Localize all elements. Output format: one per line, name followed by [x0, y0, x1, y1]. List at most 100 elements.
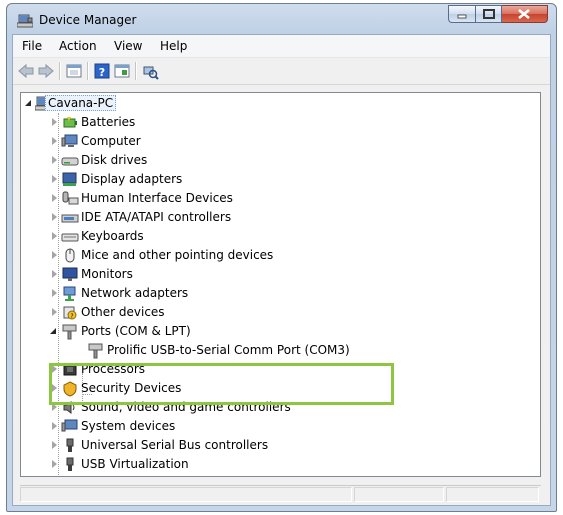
- expand-arrow-icon[interactable]: [52, 137, 57, 145]
- tree-category-label: USB Virtualization: [81, 457, 189, 471]
- svg-text:?: ?: [70, 313, 73, 320]
- maximize-button[interactable]: [475, 5, 502, 23]
- tree-category-label: Network adapters: [81, 286, 189, 300]
- expand-arrow-icon[interactable]: [52, 441, 57, 449]
- tree-category-ide-ata-atapi-controllers[interactable]: IDE ATA/ATAPI controllers: [49, 208, 349, 227]
- expand-arrow-icon[interactable]: [52, 460, 57, 468]
- expand-arrow-icon[interactable]: [52, 289, 57, 297]
- client-area: File Action View Help ? Cavana-PC Batter…: [12, 34, 551, 506]
- system-device-icon: [61, 418, 79, 435]
- tree-category-label: Ports (COM & LPT): [81, 324, 191, 338]
- expand-arrow-icon[interactable]: [52, 175, 57, 183]
- device-tree[interactable]: Cavana-PC Batteries Computer Disk drives Di…: [20, 92, 541, 477]
- collapse-arrow-icon[interactable]: [50, 328, 56, 334]
- back-icon[interactable]: [17, 62, 35, 80]
- tree-category-disk-drives[interactable]: Disk drives: [49, 151, 349, 170]
- port-icon: [61, 323, 79, 340]
- menu-file[interactable]: File: [22, 39, 42, 53]
- minimize-button[interactable]: [448, 5, 475, 23]
- minimize-icon: [457, 14, 467, 19]
- tree-category-mice-and-other-pointing-devices[interactable]: Mice and other pointing devices: [49, 246, 349, 265]
- tree-category-usb-virtualization[interactable]: USB Virtualization: [49, 455, 349, 474]
- collapse-arrow-icon[interactable]: [25, 100, 31, 106]
- expand-arrow-icon[interactable]: [52, 308, 57, 316]
- usb-icon: [61, 456, 79, 473]
- highlight-box: [49, 363, 394, 405]
- disk-drive-icon: [61, 152, 79, 169]
- tree-category-label: Monitors: [81, 267, 133, 281]
- tree-category-human-interface-devices[interactable]: Human Interface Devices: [49, 189, 349, 208]
- help-icon[interactable]: ?: [93, 62, 111, 80]
- toolbar: ?: [13, 58, 550, 85]
- svg-text:?: ?: [99, 66, 105, 79]
- status-segment: [354, 487, 444, 502]
- close-icon: [518, 8, 530, 20]
- tree-category-other-devices[interactable]: ? Other devices: [49, 303, 349, 322]
- menu-view[interactable]: View: [114, 39, 142, 53]
- tree-category-label: Batteries: [81, 115, 136, 129]
- tree-category-network-adapters[interactable]: Network adapters: [49, 284, 349, 303]
- window-frame: Device Manager File Action View Help ? C…: [6, 3, 557, 512]
- tree-category-display-adapters[interactable]: Display adapters: [49, 170, 349, 189]
- driver-icon[interactable]: [113, 62, 131, 80]
- expand-arrow-icon[interactable]: [52, 156, 57, 164]
- tree-category-label: System devices: [81, 419, 176, 433]
- forward-icon[interactable]: [37, 62, 55, 80]
- expand-arrow-icon[interactable]: [52, 213, 57, 221]
- status-segment: [446, 487, 539, 502]
- tree-category-label: Display adapters: [81, 172, 183, 186]
- caption-buttons: [448, 5, 548, 23]
- menu-help[interactable]: Help: [160, 39, 187, 53]
- properties-icon[interactable]: [65, 62, 83, 80]
- expand-arrow-icon[interactable]: [52, 194, 57, 202]
- port-icon: [87, 342, 105, 359]
- toolbar-separator: [59, 62, 61, 80]
- tree-category-universal-serial-bus-controllers[interactable]: Universal Serial Bus controllers: [49, 436, 349, 455]
- menu-bar: File Action View Help: [13, 35, 550, 58]
- maximize-icon: [483, 9, 495, 19]
- window-title: Device Manager: [39, 13, 137, 27]
- tree-child-item[interactable]: Prolific USB-to-Serial Comm Port (COM3): [75, 341, 375, 360]
- tree-category-label: Keyboards: [81, 229, 144, 243]
- toolbar-separator: [87, 62, 89, 80]
- mouse-icon: [61, 247, 79, 264]
- scan-hardware-icon[interactable]: [141, 62, 159, 80]
- tree-category-label: Human Interface Devices: [81, 191, 233, 205]
- tree-category-label: Computer: [81, 134, 141, 148]
- other-device-icon: ?: [61, 304, 79, 321]
- hid-icon: [61, 190, 79, 207]
- ide-controller-icon: [61, 209, 79, 226]
- tree-category-label: Disk drives: [81, 153, 148, 167]
- expand-arrow-icon[interactable]: [52, 270, 57, 278]
- tree-category-keyboards[interactable]: Keyboards: [49, 227, 349, 246]
- computer-icon: [61, 133, 79, 150]
- usb-icon: [61, 437, 79, 454]
- display-adapter-icon: [61, 171, 79, 188]
- expand-arrow-icon[interactable]: [52, 232, 57, 240]
- monitor-icon: [61, 266, 79, 283]
- close-button[interactable]: [502, 5, 548, 23]
- keyboard-icon: [61, 228, 79, 245]
- tree-category-ports-com-lpt[interactable]: Ports (COM & LPT): [49, 322, 349, 341]
- battery-icon: [61, 114, 79, 131]
- tree-category-label: Universal Serial Bus controllers: [81, 438, 269, 452]
- root-label: Cavana-PC: [45, 95, 117, 111]
- tree-category-label: Mice and other pointing devices: [81, 248, 274, 262]
- title-bar[interactable]: Device Manager: [7, 4, 556, 34]
- toolbar-separator: [135, 62, 137, 80]
- menu-action[interactable]: Action: [59, 39, 97, 53]
- device-manager-window: Device Manager File Action View Help ? C…: [0, 0, 563, 515]
- tree-category-system-devices[interactable]: System devices: [49, 417, 349, 436]
- tree-category-computer[interactable]: Computer: [49, 132, 349, 151]
- status-segment: [20, 487, 352, 502]
- tree-child-label: Prolific USB-to-Serial Comm Port (COM3): [107, 343, 350, 357]
- expand-arrow-icon[interactable]: [52, 422, 57, 430]
- tree-root[interactable]: Cavana-PC: [25, 94, 155, 113]
- tree-category-label: Other devices: [81, 305, 165, 319]
- device-manager-icon: [16, 13, 34, 32]
- expand-arrow-icon[interactable]: [52, 118, 57, 126]
- expand-arrow-icon[interactable]: [52, 251, 57, 259]
- network-adapter-icon: [61, 285, 79, 302]
- tree-category-batteries[interactable]: Batteries: [49, 113, 349, 132]
- tree-category-monitors[interactable]: Monitors: [49, 265, 349, 284]
